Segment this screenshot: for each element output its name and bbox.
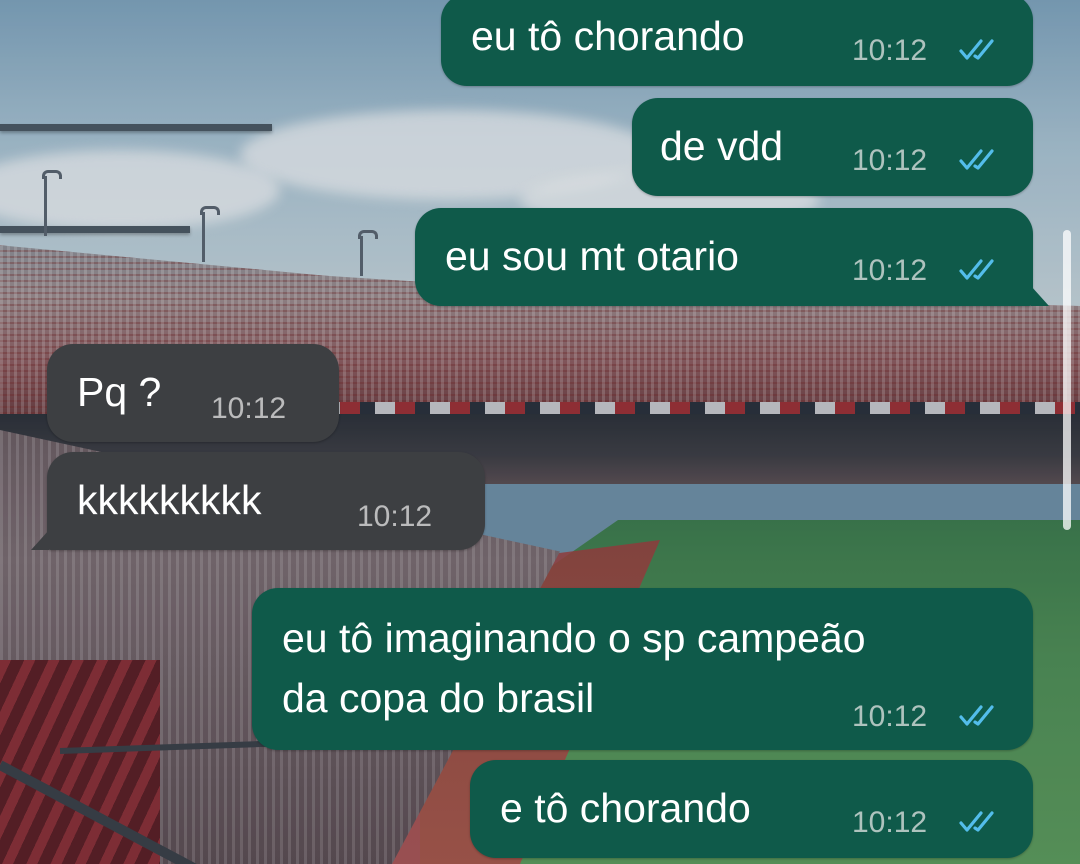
message-timestamp: 10:12	[852, 254, 928, 287]
message-text: de vdd	[660, 123, 784, 169]
message-bubble-outgoing[interactable]: e tô chorando 10:12	[470, 760, 1033, 858]
chat-scrollbar[interactable]	[1063, 230, 1071, 530]
message-text: Pq ?	[77, 369, 162, 415]
message-timestamp: 10:12	[211, 392, 287, 425]
bubble-tail	[31, 530, 49, 550]
message-text: eu sou mt otario	[445, 233, 739, 279]
double-check-icon	[959, 39, 994, 60]
message-timestamp: 10:12	[852, 144, 928, 177]
double-check-icon	[959, 149, 994, 170]
message-text: kkkkkkkkk	[77, 477, 262, 523]
message-timestamp: 10:12	[357, 500, 433, 533]
message-timestamp: 10:12	[852, 700, 928, 733]
message-timestamp: 10:12	[852, 806, 928, 839]
message-text: eu tô imaginando o sp campeão da copa do…	[282, 615, 866, 721]
message-bubble-incoming[interactable]: Pq ? 10:12	[47, 344, 339, 442]
message-timestamp: 10:12	[852, 34, 928, 67]
message-bubble-incoming[interactable]: kkkkkkkkk 10:12	[47, 452, 485, 550]
message-bubble-outgoing[interactable]: eu sou mt otario 10:12	[415, 208, 1033, 306]
message-text: e tô chorando	[500, 785, 751, 831]
chat-thread[interactable]: eu tô chorando 10:12 de vdd 10:12 eu sou…	[0, 0, 1080, 864]
message-text: eu tô chorando	[471, 13, 745, 59]
bubble-tail	[1031, 286, 1049, 306]
message-bubble-outgoing[interactable]: eu tô chorando 10:12	[441, 0, 1033, 86]
message-bubble-outgoing[interactable]: eu tô imaginando o sp campeão da copa do…	[252, 588, 1033, 750]
double-check-icon	[959, 259, 994, 280]
double-check-icon	[959, 811, 994, 832]
double-check-icon	[959, 705, 994, 726]
message-bubble-outgoing[interactable]: de vdd 10:12	[632, 98, 1033, 196]
